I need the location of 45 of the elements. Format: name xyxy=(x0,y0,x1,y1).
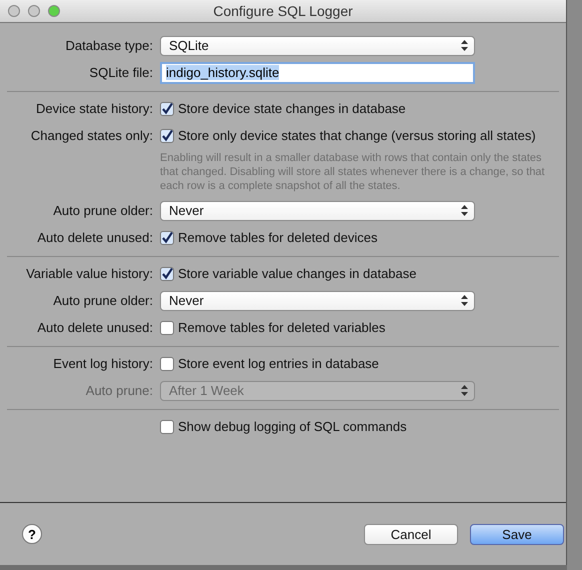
window-title: Configure SQL Logger xyxy=(212,3,354,19)
close-button[interactable] xyxy=(8,5,20,17)
checkbox-label[interactable]: Store variable value changes in database xyxy=(178,266,416,281)
checkbox-label[interactable]: Store device state changes in database xyxy=(178,101,406,116)
checkmark-icon xyxy=(161,130,173,142)
popup-menu[interactable]: Never xyxy=(160,290,475,310)
zoom-button[interactable] xyxy=(48,5,60,17)
stepper-arrows-icon xyxy=(461,205,468,216)
field-label: Changed states only: xyxy=(30,128,154,143)
field-label: Auto delete unused: xyxy=(36,320,154,335)
help-button[interactable]: ? xyxy=(22,524,42,544)
field-label: Auto prune older: xyxy=(52,293,154,308)
checkmark-icon xyxy=(161,102,173,114)
field-label: Database type: xyxy=(64,38,154,53)
checkbox[interactable] xyxy=(160,128,174,142)
checkbox-label[interactable]: Store event log entries in database xyxy=(178,356,379,371)
stepper-arrows-icon xyxy=(461,40,468,51)
checkbox[interactable] xyxy=(160,266,174,280)
checkbox[interactable] xyxy=(160,230,174,244)
field-label: Auto prune: xyxy=(84,383,154,398)
checkmark-icon xyxy=(161,232,173,244)
checkbox-label[interactable]: Remove tables for deleted devices xyxy=(178,230,378,245)
field-label: SQLite file: xyxy=(88,65,154,80)
checkbox-label[interactable]: Show debug logging of SQL commands xyxy=(178,419,407,434)
minimize-button[interactable] xyxy=(28,5,40,17)
field-label: Variable value history: xyxy=(25,266,154,281)
checkbox[interactable] xyxy=(160,320,174,334)
default-button[interactable]: Save xyxy=(470,524,564,544)
checkbox-label[interactable]: Remove tables for deleted variables xyxy=(178,320,386,335)
dialog-button[interactable]: Cancel xyxy=(364,524,458,544)
stepper-arrows-icon xyxy=(461,295,468,306)
checkmark-icon xyxy=(161,268,173,280)
checkbox[interactable] xyxy=(160,102,174,116)
field-label: Device state history: xyxy=(34,101,154,116)
description-text: Enabling will result in a smaller database with rows that contain only the states that changed. Disabling will store all states whenever there is a change, so that each row is a complete snapshot of all the states. xyxy=(160,151,545,194)
input-field[interactable]: indigo_history.sqlite xyxy=(160,62,475,84)
checkbox[interactable] xyxy=(160,420,174,434)
popup-menu[interactable]: SQLite xyxy=(160,36,475,56)
checkbox-label[interactable]: Store only device states that change (versus storing all states) xyxy=(178,128,536,143)
field-label: Auto delete unused: xyxy=(36,230,154,245)
field-label: Auto prune older: xyxy=(52,203,154,218)
checkbox[interactable] xyxy=(160,356,174,370)
popup-menu[interactable]: Never xyxy=(160,200,475,220)
stepper-arrows-icon xyxy=(461,385,468,396)
field-label: Event log history: xyxy=(52,356,154,371)
